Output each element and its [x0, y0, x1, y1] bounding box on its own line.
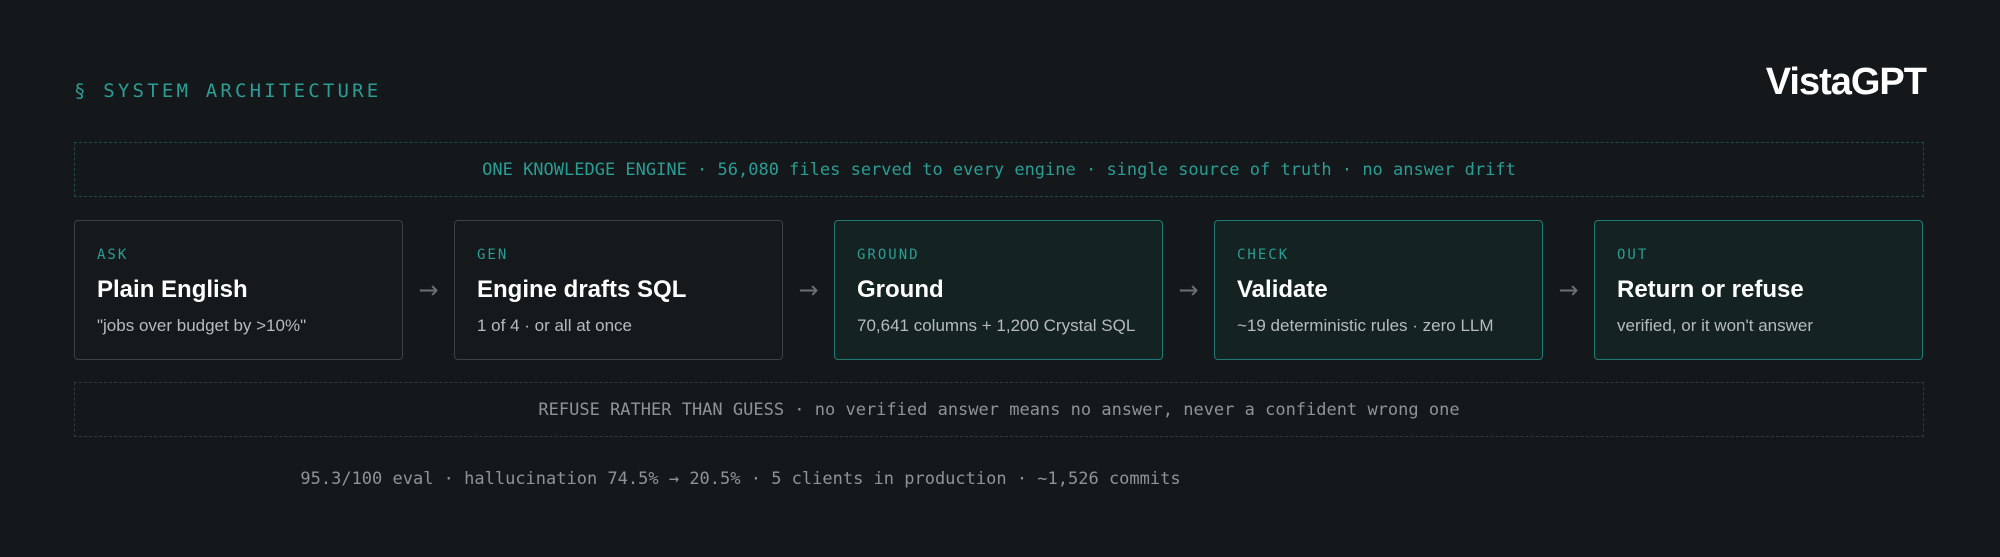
step-out: OUT Return or refuse verified, or it won… [1594, 220, 1923, 360]
step-tag: CHECK [1237, 247, 1290, 263]
step-gen: GEN Engine drafts SQL 1 of 4 · or all at… [454, 220, 783, 360]
step-title: Ground [857, 276, 944, 303]
arrow-right-icon: → [1178, 276, 1199, 304]
step-title: Engine drafts SQL [477, 276, 687, 303]
step-description: verified, or it won't answer [1617, 316, 1813, 335]
step-title: Plain English [97, 276, 248, 303]
step-description: 1 of 4 · or all at once [477, 316, 632, 335]
step-title: Validate [1237, 276, 1328, 303]
section-label: § SYSTEM ARCHITECTURE [74, 80, 382, 102]
refuse-banner-text: REFUSE RATHER THAN GUESS · no verified a… [538, 399, 1460, 420]
arrow-right-icon: → [1558, 276, 1579, 304]
brand-logo: VistaGPT [1765, 61, 1927, 103]
step-tag: OUT [1617, 247, 1649, 263]
step-description: 70,641 columns + 1,200 Crystal SQL [857, 316, 1136, 335]
knowledge-engine-banner: ONE KNOWLEDGE ENGINE · 56,080 files serv… [74, 142, 1924, 197]
pipeline: ASK Plain English "jobs over budget by >… [74, 220, 1924, 360]
stats-line: 95.3/100 eval · hallucination 74.5% → 20… [300, 469, 1181, 489]
step-title: Return or refuse [1617, 276, 1804, 303]
step-ask: ASK Plain English "jobs over budget by >… [74, 220, 403, 360]
step-description: "jobs over budget by >10%" [97, 316, 307, 335]
step-tag: GEN [477, 247, 509, 263]
arrow-right-icon: → [418, 276, 439, 304]
step-tag: ASK [97, 247, 129, 263]
step-check: CHECK Validate ~19 deterministic rules ·… [1214, 220, 1543, 360]
step-ground: GROUND Ground 70,641 columns + 1,200 Cry… [834, 220, 1163, 360]
knowledge-engine-banner-text: ONE KNOWLEDGE ENGINE · 56,080 files serv… [482, 159, 1516, 180]
arrow-right-icon: → [798, 276, 819, 304]
step-description: ~19 deterministic rules · zero LLM [1237, 316, 1494, 335]
refuse-banner: REFUSE RATHER THAN GUESS · no verified a… [74, 382, 1924, 437]
step-tag: GROUND [857, 247, 920, 263]
